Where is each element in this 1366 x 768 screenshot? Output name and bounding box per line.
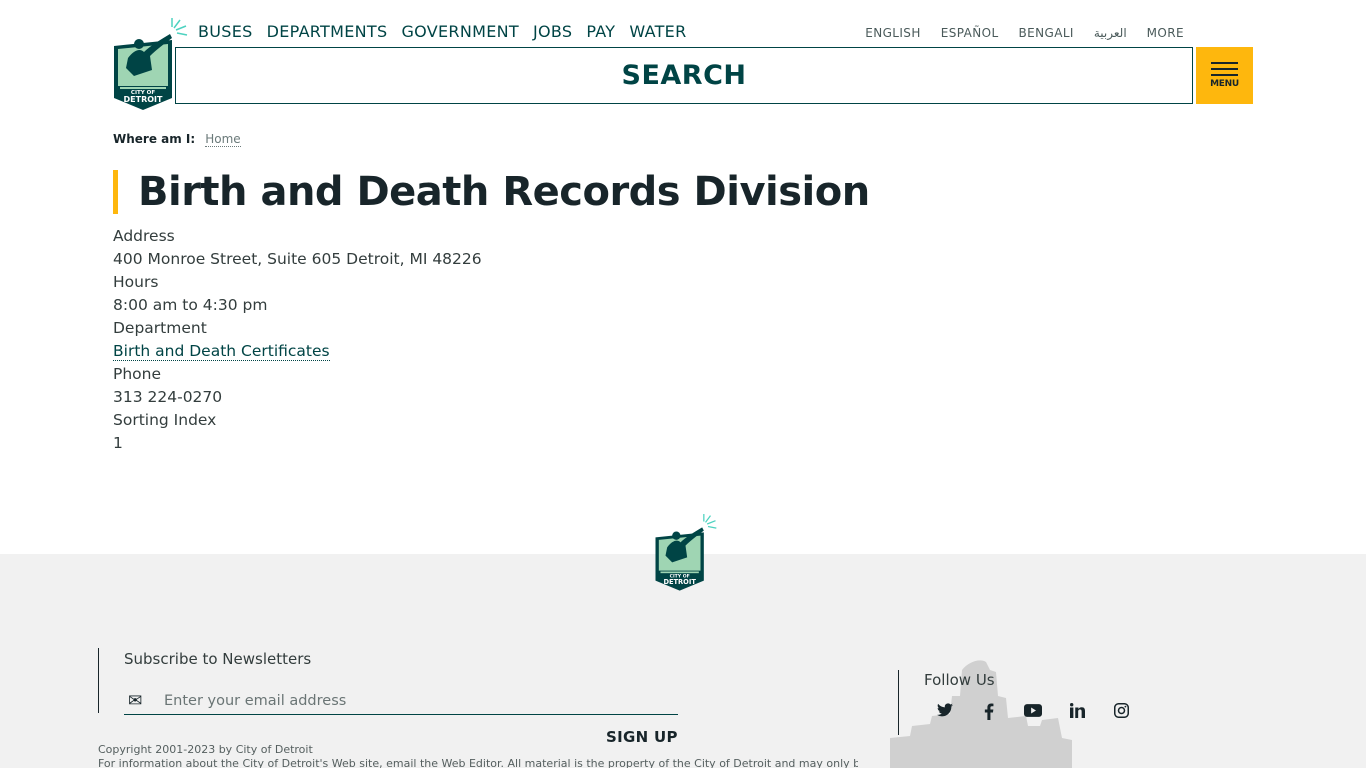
address-value: 400 Monroe Street, Suite 605 Detroit, MI… bbox=[113, 250, 482, 268]
record-details: Address 400 Monroe Street, Suite 605 Det… bbox=[113, 225, 482, 455]
twitter-icon[interactable] bbox=[923, 703, 967, 724]
breadcrumb: Where am I: Home bbox=[113, 132, 241, 147]
department-label: Department bbox=[113, 319, 207, 337]
linkedin-icon[interactable] bbox=[1055, 703, 1099, 724]
lang-more[interactable]: MORE bbox=[1147, 26, 1184, 40]
nav-jobs[interactable]: JOBS bbox=[533, 22, 572, 41]
language-selector: ENGLISH ESPAÑOL BENGALI العربية MORE bbox=[865, 26, 1184, 40]
footer-logo: CITY OF DETROIT bbox=[655, 514, 717, 591]
nav-departments[interactable]: DEPARTMENTS bbox=[267, 22, 388, 41]
email-row: ✉ bbox=[124, 687, 678, 715]
hours-label: Hours bbox=[113, 273, 159, 291]
nav-water[interactable]: WATER bbox=[629, 22, 686, 41]
hamburger-icon bbox=[1211, 62, 1238, 76]
newsletter-heading: Subscribe to Newsletters bbox=[124, 650, 312, 668]
page-title: Birth and Death Records Division bbox=[138, 169, 870, 215]
copyright-text: Copyright 2001-2023 by City of Detroit bbox=[98, 743, 313, 756]
menu-button[interactable]: MENU bbox=[1196, 47, 1253, 104]
footer-notice: For information about the City of Detroi… bbox=[98, 757, 858, 768]
nav-government[interactable]: GOVERNMENT bbox=[401, 22, 519, 41]
sorting-index-value: 1 bbox=[113, 434, 123, 452]
sorting-index-label: Sorting Index bbox=[113, 411, 217, 429]
department-row: Birth and Death Certificates bbox=[113, 340, 482, 363]
copyright-block: Copyright 2001-2023 by City of Detroit F… bbox=[98, 743, 858, 768]
follow-heading: Follow Us bbox=[924, 671, 995, 689]
search-button[interactable]: SEARCH bbox=[175, 47, 1193, 104]
footer-logo-text-bottom: DETROIT bbox=[663, 578, 696, 586]
youtube-icon[interactable] bbox=[1011, 703, 1055, 724]
breadcrumb-prefix: Where am I: bbox=[113, 132, 196, 146]
logo-text-bottom: DETROIT bbox=[124, 95, 164, 104]
email-input[interactable] bbox=[164, 692, 644, 709]
search-label: SEARCH bbox=[621, 60, 747, 91]
breadcrumb-home-link[interactable]: Home bbox=[205, 132, 241, 147]
lang-arabic[interactable]: العربية bbox=[1094, 26, 1127, 40]
top-navigation: BUSES DEPARTMENTS GOVERNMENT JOBS PAY WA… bbox=[198, 22, 687, 41]
nav-pay[interactable]: PAY bbox=[586, 22, 615, 41]
lang-bengali[interactable]: BENGALI bbox=[1019, 26, 1074, 40]
lang-espanol[interactable]: ESPAÑOL bbox=[941, 26, 999, 40]
envelope-icon: ✉ bbox=[128, 690, 143, 711]
social-links bbox=[923, 703, 1143, 724]
hours-value: 8:00 am to 4:30 pm bbox=[113, 296, 268, 314]
lang-english[interactable]: ENGLISH bbox=[865, 26, 921, 40]
instagram-icon[interactable] bbox=[1099, 703, 1143, 724]
page-title-block: Birth and Death Records Division bbox=[113, 170, 870, 214]
address-label: Address bbox=[113, 227, 175, 245]
department-link[interactable]: Birth and Death Certificates bbox=[113, 342, 330, 361]
phone-label: Phone bbox=[113, 365, 162, 383]
phone-value: 313 224-0270 bbox=[113, 388, 223, 406]
facebook-icon[interactable] bbox=[967, 703, 1011, 724]
nav-buses[interactable]: BUSES bbox=[198, 22, 253, 41]
menu-label: MENU bbox=[1210, 79, 1239, 89]
